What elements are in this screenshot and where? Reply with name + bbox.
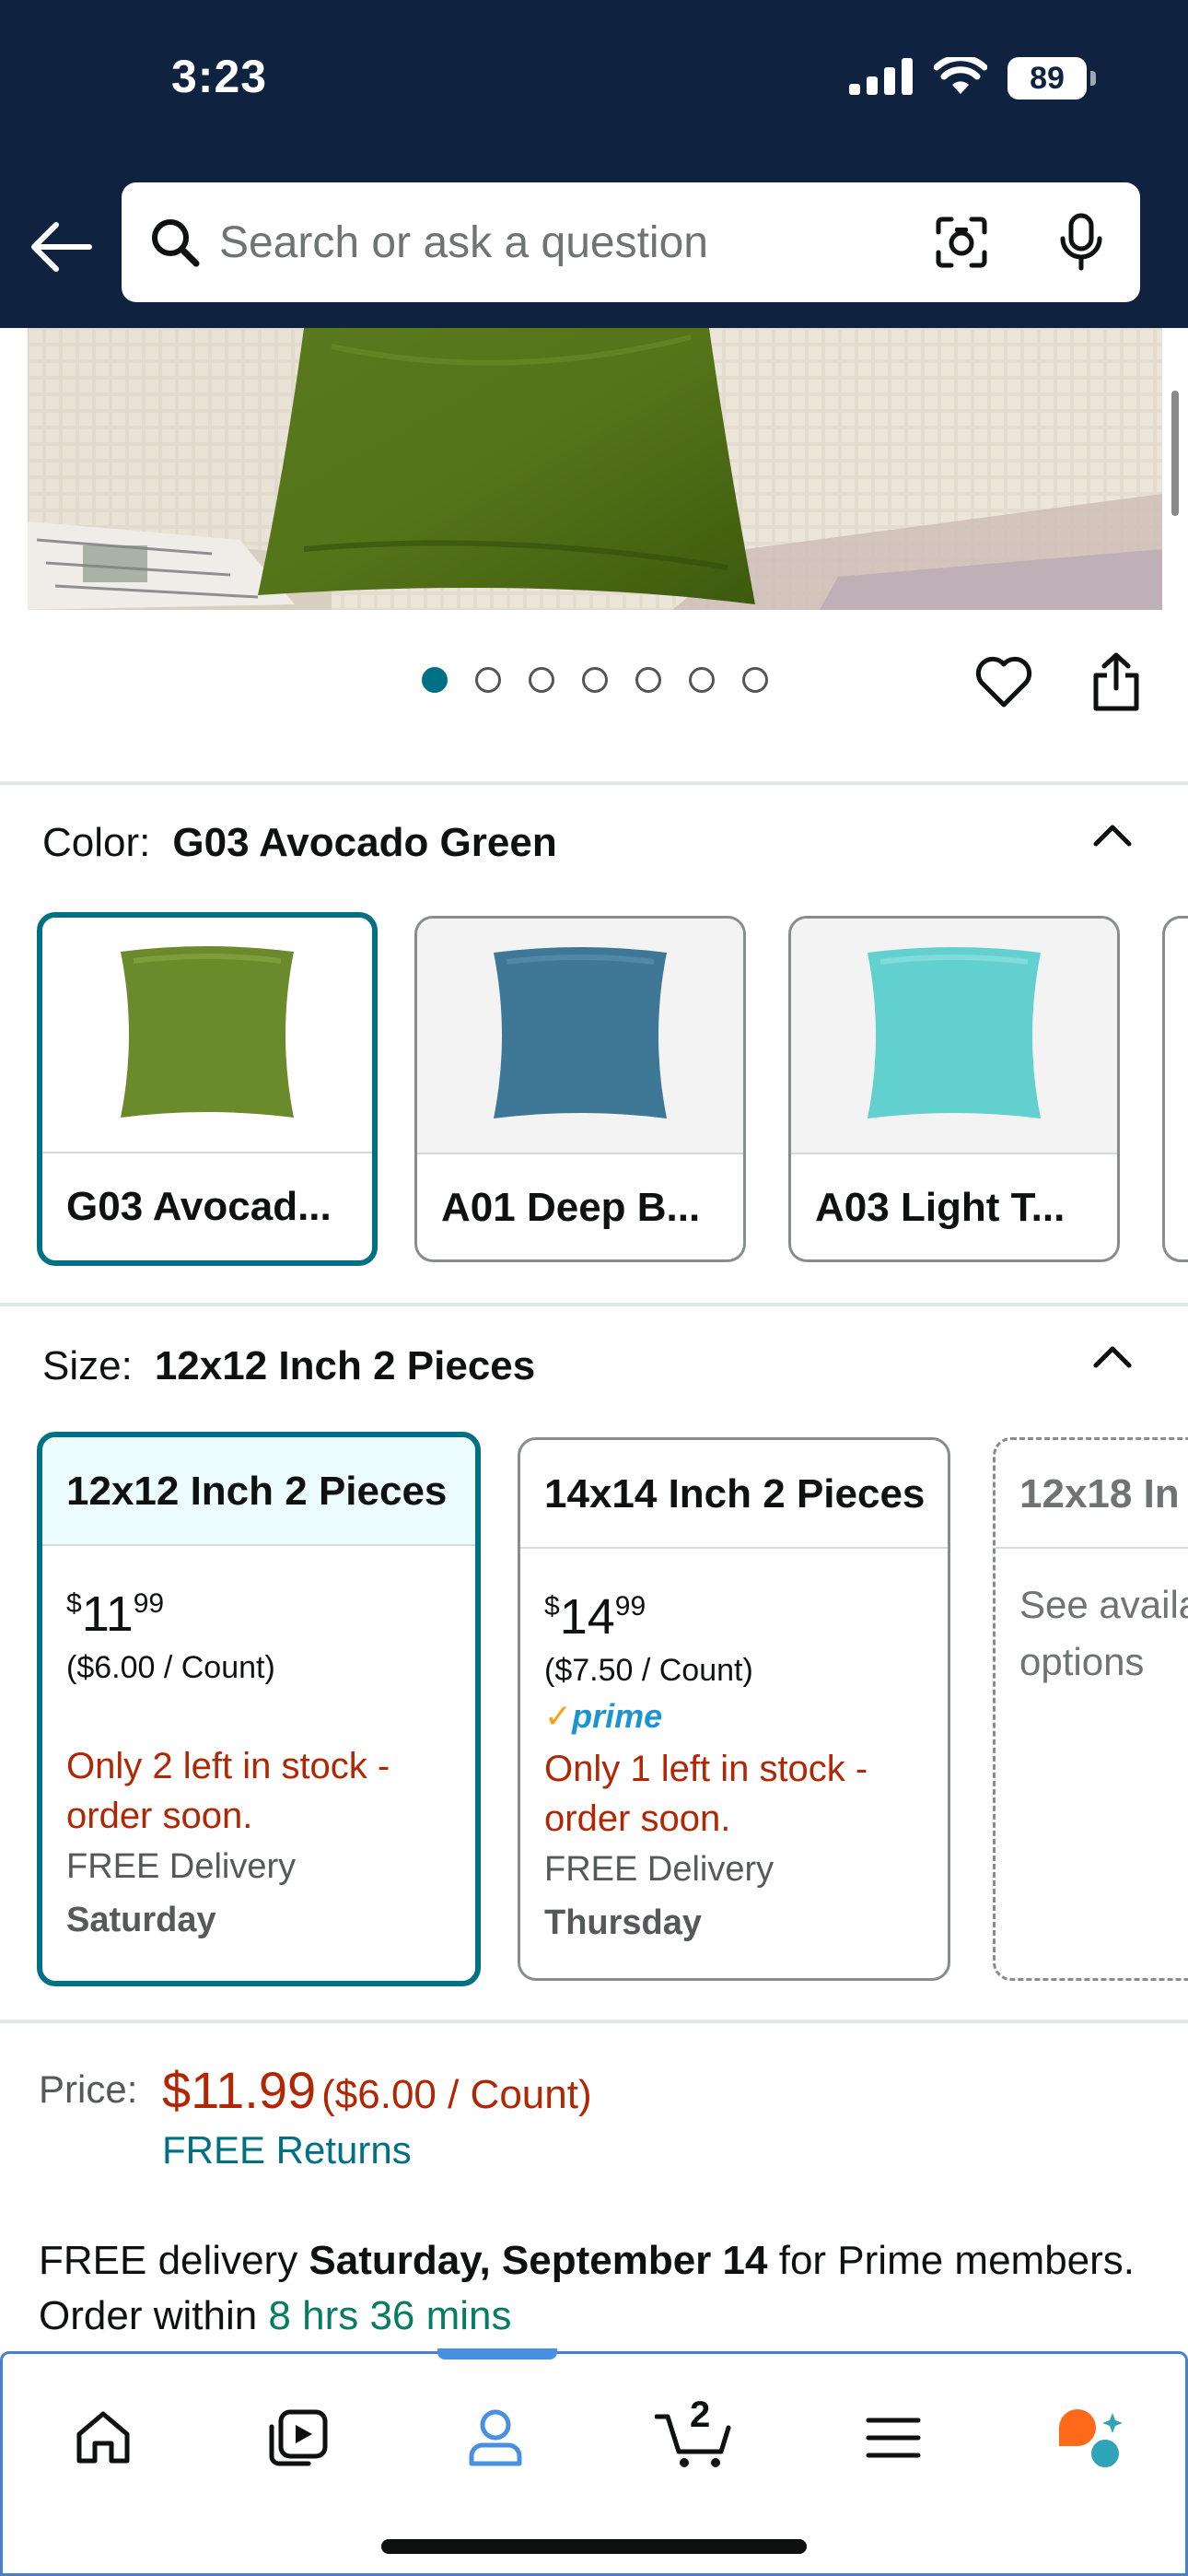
pagination-dot[interactable] [529,667,554,693]
home-icon [76,2411,130,2464]
heart-icon [975,656,1032,708]
cart-count-badge: 2 [690,2395,711,2435]
wifi-icon [933,53,988,100]
size-option-price: $1499 [544,1589,646,1645]
size-option-name: 12x12 Inch 2 Pieces [42,1437,475,1546]
color-option-more[interactable] [1162,916,1188,1262]
color-option-light-teal[interactable]: A03 Light T... [788,916,1120,1262]
pagination-dot[interactable] [742,667,768,693]
see-available-options: See availa [1019,1583,1188,1626]
nav-menu[interactable] [852,2396,935,2479]
color-option-avocado-green[interactable]: G03 Avocad... [37,912,378,1266]
hamburger-menu-icon [866,2418,921,2458]
pagination-dot[interactable] [582,667,608,693]
battery-indicator: 89 [1007,57,1096,100]
delivery-text: FREE Delivery [544,1850,775,1889]
stock-warning: Only 2 left in stock - order soon. [66,1746,390,1836]
size-label-text: Size: [42,1343,133,1388]
size-option-12x18[interactable]: 12x18 In See availa options [993,1437,1188,1981]
size-option-name: 14x14 Inch 2 Pieces [520,1440,948,1549]
pillow-swatch-icon [494,947,667,1118]
color-swatch-image [791,919,1117,1154]
back-arrow-icon [31,222,92,272]
color-label-text: Color: [42,820,151,865]
section-divider [0,2020,1188,2023]
share-button[interactable] [1087,647,1146,717]
stock-warning: Only 1 left in stock - order soon. [544,1749,868,1839]
image-pagination-dots[interactable] [422,667,768,693]
color-option-name: A03 Light T... [815,1185,1066,1230]
size-option-12x12[interactable]: 12x12 Inch 2 Pieces $1199 ($6.00 / Count… [37,1432,481,1986]
color-option-name: A01 Deep B... [441,1185,701,1230]
back-button[interactable] [26,212,96,282]
section-divider [0,1303,1188,1306]
cellular-signal-icon [849,57,914,100]
section-divider [0,781,1188,785]
app-header: 3:23 89 [0,0,1188,328]
active-tab-indicator [437,2348,557,2359]
color-selected-value: G03 Avocado Green [172,820,557,865]
delivery-day: Saturday [66,1901,216,1939]
size-option-14x14[interactable]: 14x14 Inch 2 Pieces $1499 ($7.50 / Count… [518,1437,950,1981]
account-icon [469,2409,522,2466]
color-swatch-image [42,918,372,1153]
search-input[interactable] [219,217,925,268]
prime-badge: ✓prime [544,1697,663,1735]
price-label: Price: [39,2067,138,2111]
pillow-swatch-icon [868,947,1041,1118]
product-image[interactable] [28,328,1162,610]
size-selected-value: 12x12 Inch 2 Pieces [154,1343,536,1388]
chevron-up-icon [1093,825,1132,847]
size-label: Size: 12x12 Inch 2 Pieces [42,1343,535,1389]
color-label: Color: G03 Avocado Green [42,820,557,866]
microphone-button[interactable] [1044,205,1118,279]
delivery-message: FREE delivery Saturday, September 14 for… [39,2238,1136,2338]
camera-lens-icon [936,217,987,268]
status-icons: 89 [849,53,1096,101]
size-option-price: $1199 [66,1587,165,1642]
status-time: 3:23 [171,51,268,102]
nav-account[interactable] [454,2396,537,2479]
size-option-unit-price: ($7.50 / Count) [544,1653,753,1688]
home-indicator[interactable] [381,2539,807,2554]
delivery-countdown: 8 hrs 36 mins [268,2293,512,2338]
add-to-wishlist-button[interactable] [971,649,1037,715]
size-collapse-button[interactable] [1085,1329,1140,1384]
pagination-dot[interactable] [475,667,501,693]
rufus-assistant-icon [1059,2409,1123,2467]
video-icon [269,2409,328,2466]
page-scrollbar[interactable] [1171,391,1179,516]
pagination-dot[interactable] [422,667,448,693]
camera-lens-button[interactable] [925,205,998,279]
search-icon [149,217,201,268]
color-option-deep-blue[interactable]: A01 Deep B... [414,916,746,1262]
search-bar[interactable] [122,182,1140,302]
color-option-name: G03 Avocad... [66,1184,332,1229]
share-icon [1093,652,1139,711]
pagination-dot[interactable] [689,667,715,693]
nav-home[interactable] [62,2396,145,2479]
nav-video[interactable] [257,2396,340,2479]
pillow-swatch-icon [121,946,294,1118]
size-option-name: 12x18 In [996,1440,1188,1549]
delivery-text: FREE Delivery [66,1847,297,1886]
free-returns-link[interactable]: FREE Returns [162,2128,412,2172]
delivery-day: Thursday [544,1903,703,1942]
microphone-icon [1060,213,1102,271]
price-value: $11.99 ($6.00 / Count) [162,2061,592,2119]
see-available-options: options [1019,1640,1145,1683]
color-swatch-image [417,919,743,1154]
nav-cart[interactable]: 2 [653,2395,736,2479]
nav-rufus-assistant[interactable] [1049,2396,1132,2479]
chevron-up-icon [1093,1346,1132,1368]
color-collapse-button[interactable] [1085,807,1140,862]
size-option-unit-price: ($6.00 / Count) [66,1650,275,1685]
price-unit: ($6.00 / Count) [321,2072,592,2117]
prime-check-icon: ✓ [544,1697,573,1735]
pillow-photo [28,328,1162,610]
pagination-dot[interactable] [635,667,661,693]
